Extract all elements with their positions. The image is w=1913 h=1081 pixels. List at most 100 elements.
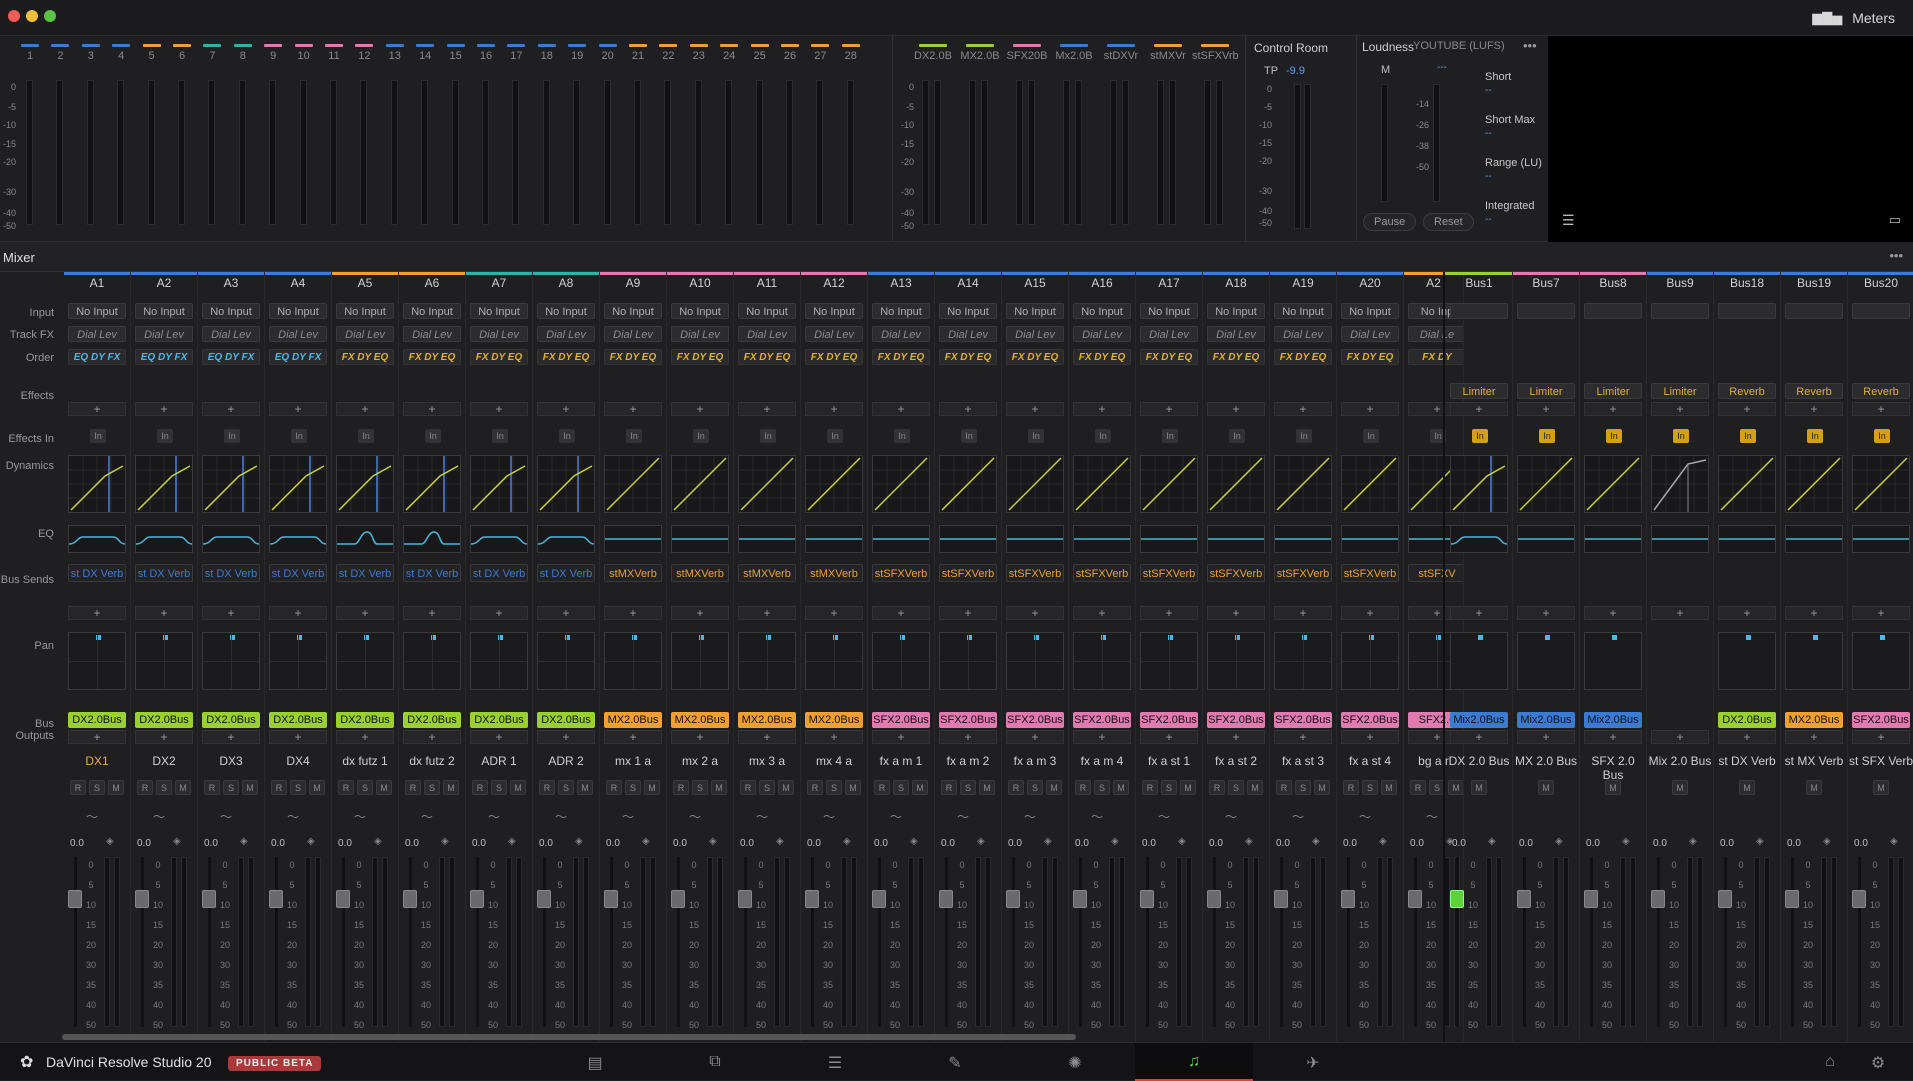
bus-input-slot[interactable] (1517, 303, 1575, 319)
volume-readout[interactable]: 0.0 (70, 838, 84, 849)
add-bus-output-button[interactable]: + (1207, 730, 1265, 744)
eq-graph[interactable] (68, 525, 126, 553)
effects-in-toggle[interactable]: In (1296, 429, 1312, 443)
track-fx-slot[interactable]: Dial Lev (336, 326, 394, 342)
eq-graph[interactable] (604, 525, 662, 553)
eq-graph[interactable] (336, 525, 394, 553)
bus-name[interactable]: st SFX Verb (1848, 754, 1913, 768)
automation-icon[interactable]: 〜 (1024, 808, 1036, 825)
bus-output-select[interactable]: DX2.0Bus (202, 712, 260, 728)
dynamics-graph[interactable] (1450, 455, 1508, 513)
add-effect-button[interactable]: + (1140, 402, 1198, 416)
eq-graph[interactable] (1207, 525, 1265, 553)
fader-handle[interactable] (805, 890, 819, 908)
input-select[interactable]: No Input (68, 303, 126, 319)
add-bus-output-button[interactable]: + (470, 730, 528, 744)
add-bus-send-button[interactable]: + (1785, 606, 1843, 620)
track-fx-slot[interactable]: Dial Lev (604, 326, 662, 342)
effects-in-toggle[interactable]: In (157, 429, 173, 443)
add-effect-button[interactable]: + (1341, 402, 1399, 416)
fader-handle[interactable] (1006, 890, 1020, 908)
track-name[interactable]: fx a m 2 (935, 754, 1001, 768)
add-effect-button[interactable]: + (135, 402, 193, 416)
track-name[interactable]: fx a m 4 (1069, 754, 1135, 768)
add-bus-send-button[interactable]: + (68, 606, 126, 620)
input-select[interactable]: No Input (1006, 303, 1064, 319)
bus-send-slot[interactable]: stSFXVerb (872, 564, 930, 582)
add-bus-output-button[interactable]: + (135, 730, 193, 744)
eq-graph[interactable] (805, 525, 863, 553)
add-bus-output-button[interactable]: + (336, 730, 394, 744)
volume-readout[interactable]: 0.0 (874, 838, 888, 849)
solo-button[interactable]: S (290, 780, 306, 795)
add-effect-button[interactable]: + (939, 402, 997, 416)
automation-icon[interactable]: 〜 (1225, 808, 1237, 825)
fader-handle[interactable] (470, 890, 484, 908)
loudness-options-icon[interactable]: ••• (1523, 38, 1537, 53)
pan-control[interactable] (604, 632, 662, 690)
add-effect-button[interactable]: + (738, 402, 796, 416)
fader-handle[interactable] (738, 890, 752, 908)
input-select[interactable]: No Input (470, 303, 528, 319)
volume-knob-icon[interactable]: ◈ (910, 836, 918, 847)
automation-icon[interactable]: 〜 (1091, 808, 1103, 825)
order-select[interactable]: FX DY EQ (470, 349, 528, 365)
volume-readout[interactable]: 0.0 (807, 838, 821, 849)
solo-button[interactable]: S (558, 780, 574, 795)
track-name[interactable]: DX1 (64, 754, 130, 768)
solo-button[interactable]: S (424, 780, 440, 795)
mute-button[interactable]: M (1314, 780, 1330, 795)
pan-control[interactable] (1584, 632, 1642, 690)
eq-graph[interactable] (1852, 525, 1910, 553)
media-page-icon[interactable]: ▤ (583, 1053, 607, 1073)
mute-button[interactable]: M (1605, 780, 1621, 795)
dynamics-graph[interactable] (1785, 455, 1843, 513)
order-select[interactable]: FX DY EQ (671, 349, 729, 365)
pan-control[interactable] (738, 632, 796, 690)
mute-button[interactable]: M (912, 780, 928, 795)
add-bus-output-button[interactable]: + (1006, 730, 1064, 744)
bus-output-select[interactable]: SFX2.0Bus (1006, 712, 1064, 728)
pan-control[interactable] (1140, 632, 1198, 690)
volume-knob-icon[interactable]: ◈ (508, 836, 516, 847)
mute-button[interactable]: M (1046, 780, 1062, 795)
record-arm-button[interactable]: R (338, 780, 354, 795)
eq-graph[interactable] (202, 525, 260, 553)
bus-input-slot[interactable] (1785, 303, 1843, 319)
track-fx-slot[interactable]: Dial Lev (671, 326, 729, 342)
bus-output-select[interactable]: SFX2.0Bus (1341, 712, 1399, 728)
meters-toggle[interactable]: ▆▇▅ Meters (1812, 10, 1895, 26)
track-name[interactable]: DX2 (131, 754, 197, 768)
effects-in-toggle[interactable]: In (1095, 429, 1111, 443)
add-effect-button[interactable]: + (269, 402, 327, 416)
dynamics-graph[interactable] (336, 455, 394, 513)
add-effect-button[interactable]: + (1207, 402, 1265, 416)
bus-send-slot[interactable]: st DX Verb (135, 564, 193, 582)
loudness-reset-button[interactable]: Reset (1423, 213, 1474, 231)
add-bus-output-button[interactable]: + (269, 730, 327, 744)
add-effect-button[interactable]: + (202, 402, 260, 416)
input-select[interactable]: No Input (336, 303, 394, 319)
fader-handle[interactable] (403, 890, 417, 908)
fader-handle[interactable] (872, 890, 886, 908)
add-effect-button[interactable]: + (68, 402, 126, 416)
bus-send-slot[interactable]: stMXVerb (671, 564, 729, 582)
add-bus-output-button[interactable]: + (537, 730, 595, 744)
order-select[interactable]: FX DY EQ (1341, 349, 1399, 365)
order-select[interactable]: EQ DY FX (269, 349, 327, 365)
close-window-button[interactable] (8, 10, 20, 22)
pan-control[interactable] (1450, 632, 1508, 690)
record-arm-button[interactable]: R (137, 780, 153, 795)
mute-button[interactable]: M (711, 780, 727, 795)
fader-handle[interactable] (68, 890, 82, 908)
pan-control[interactable] (1341, 632, 1399, 690)
bus-output-select[interactable]: Mix2.0Bus (1517, 712, 1575, 728)
add-bus-output-button[interactable]: + (805, 730, 863, 744)
volume-knob-icon[interactable]: ◈ (1756, 836, 1764, 847)
volume-readout[interactable]: 0.0 (1075, 838, 1089, 849)
automation-icon[interactable]: 〜 (555, 808, 567, 825)
effects-in-toggle[interactable]: In (1807, 429, 1823, 443)
track-name[interactable]: mx 2 a (667, 754, 733, 768)
effects-in-toggle[interactable]: In (1028, 429, 1044, 443)
bus-send-slot[interactable]: stMXVerb (805, 564, 863, 582)
